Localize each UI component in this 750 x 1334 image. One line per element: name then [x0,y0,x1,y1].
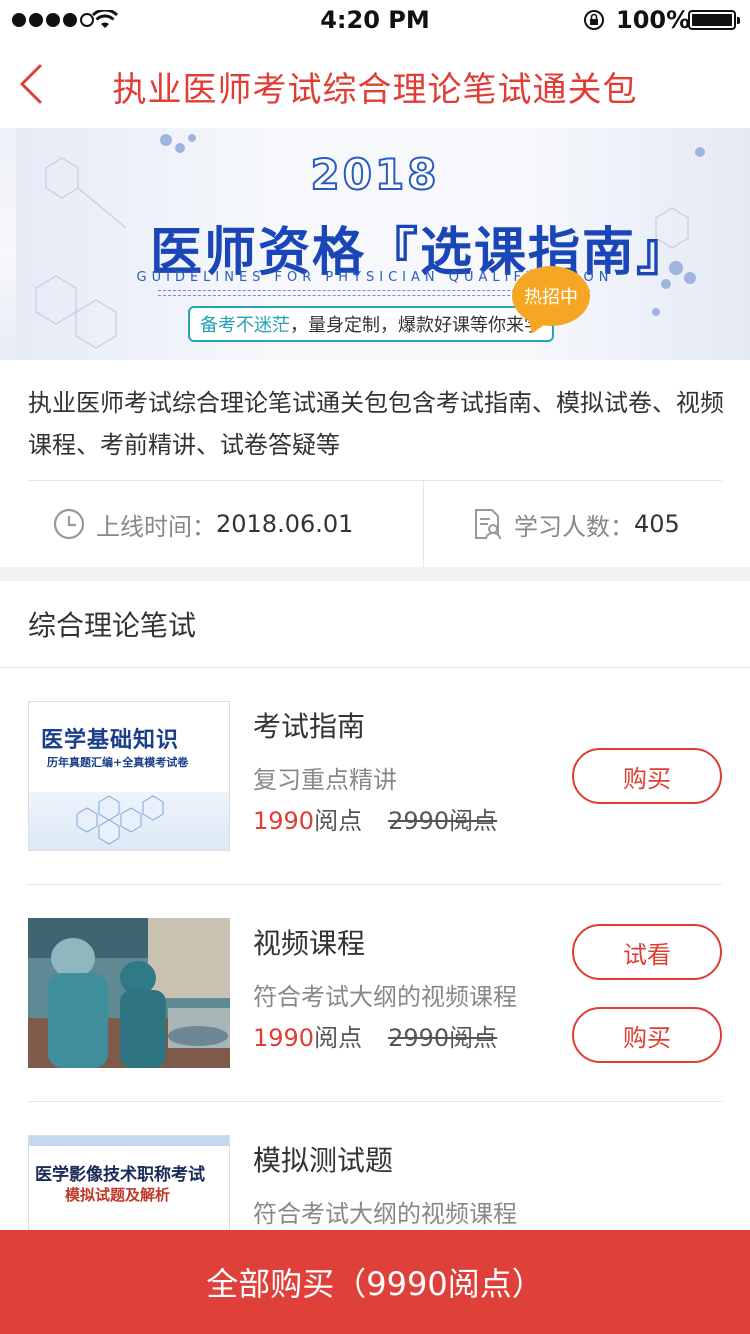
meta-row: 上线时间： 2018.06.01 学习人数： 405 [0,481,750,567]
price-unit: 阅点 [314,1024,363,1052]
course-subtitle: 符合考试大纲的视频课程 [253,983,517,1011]
buy-button[interactable]: 购买 [572,748,722,804]
status-bar: 4:20 PM 100% [0,0,750,40]
clock-icon [53,508,85,540]
thumb-subtitle: 模拟试题及解析 [65,1186,171,1204]
online-label: 上线时间： [96,512,216,541]
preview-button[interactable]: 试看 [572,924,722,980]
meta-separator [423,481,424,567]
divider [28,884,722,885]
battery-icon [688,10,740,30]
online-value: 2018.06.01 [216,510,354,538]
course-title: 考试指南 [253,710,366,743]
course-thumbnail [28,918,230,1068]
surgery-photo [28,918,230,1068]
online-date: 上线时间： 2018.06.01 [52,481,353,567]
course-thumbnail: 医学基础知识 历年真题汇编+全真模考试卷 [28,701,230,851]
battery-percentage: 100% [616,6,691,34]
slogan-highlight: 备考不迷茫 [200,315,290,336]
promo-banner[interactable]: 2018 医师资格『选课指南』 GUIDELINES FOR PHYSICIAN… [0,128,750,360]
learners-icon [475,509,501,540]
banner-year: 2018 [310,149,440,200]
package-description: 执业医师考试综合理论笔试通关包包含考试指南、模拟试卷、视频课程、考前精讲、试卷答… [28,389,724,459]
course-price: 1990阅点 2990阅点 [253,1018,497,1053]
banner-slogan: 备考不迷茫 ，量身定制，爆款好课等你来学 [188,306,554,342]
course-subtitle: 符合考试大纲的视频课程 [253,1200,517,1228]
students-label: 学习人数： [514,512,634,541]
course-title: 模拟测试题 [253,1144,394,1177]
buy-button[interactable]: 购买 [572,1007,722,1063]
price-original: 2990阅点 [388,807,498,835]
thumb-subtitle: 历年真题汇编+全真模考试卷 [47,756,189,769]
price-now: 1990 [253,1024,315,1052]
thumb-header-band [29,1136,229,1146]
thumb-title: 医学基础知识 [41,727,180,753]
course-title: 视频课程 [253,927,366,960]
students-value: 405 [634,510,680,538]
student-count: 学习人数： 405 [470,481,680,567]
course-price: 1990阅点 2990阅点 [253,801,497,836]
price-original: 2990阅点 [388,1024,498,1052]
divider [28,1101,722,1102]
section-gap [0,567,750,581]
divider [0,667,750,668]
course-subtitle: 复习重点精讲 [253,766,397,794]
price-unit: 阅点 [314,807,363,835]
hexagon-pattern [76,795,164,845]
thumb-band [29,792,229,850]
buy-all-button[interactable]: 全部购买（9990阅点） [0,1230,750,1334]
price-now: 1990 [253,807,315,835]
section-title: 综合理论笔试 [28,609,197,642]
hot-badge: 热招中 [512,266,590,326]
nav-bar: 执业医师考试综合理论笔试通关包 [0,40,750,128]
orientation-lock-icon [584,10,604,30]
page-title: 执业医师考试综合理论笔试通关包 [112,70,638,110]
thumb-title: 医学影像技术职称考试 [35,1165,205,1185]
slogan-text: ，量身定制，爆款好课等你来学 [290,315,542,336]
banner-subtitle: GUIDELINES FOR PHYSICIAN QUALIFICATION [136,270,614,285]
